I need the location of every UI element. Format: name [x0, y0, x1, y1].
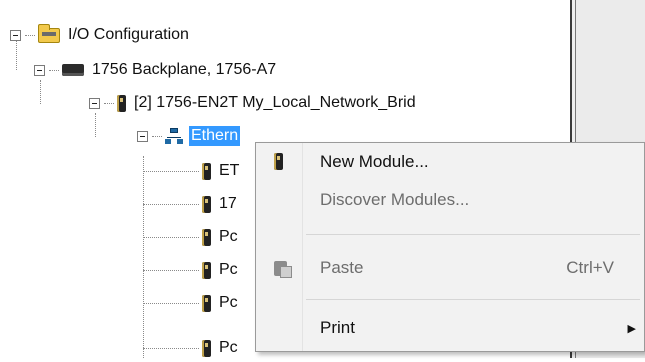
menu-item-label: New Module...: [320, 152, 429, 171]
tree-item-label: Pc: [219, 339, 238, 356]
tree-item-module[interactable]: 17: [143, 190, 239, 218]
tree-connector: [143, 269, 199, 271]
tree-connector: [49, 69, 59, 71]
tree-connector: [143, 170, 199, 172]
module-icon: [202, 339, 211, 357]
collapse-toggle-icon[interactable]: [137, 130, 148, 142]
tree-item-module[interactable]: Pc: [143, 223, 240, 251]
tree-item-en2t-bridge[interactable]: [2] 1756-EN2T My_Local_Network_Brid: [89, 89, 418, 117]
tree-item-backplane[interactable]: 1756 Backplane, 1756-A7: [34, 56, 278, 84]
tree-connector: [143, 302, 199, 304]
module-icon: [202, 195, 211, 213]
tree-item-ethernet[interactable]: Ethern: [137, 122, 241, 150]
paste-icon: [274, 259, 292, 278]
tree-connector: [25, 34, 35, 36]
tree-item-module[interactable]: ET: [143, 157, 241, 185]
tree-item-label: 17: [219, 195, 237, 212]
tree-item-label: [2] 1756-EN2T My_Local_Network_Brid: [134, 94, 416, 111]
module-icon: [202, 162, 211, 180]
menu-separator: [306, 234, 640, 235]
tree-item-label: Pc: [219, 261, 238, 278]
module-icon: [202, 228, 211, 246]
menu-separator: [306, 299, 640, 300]
tree-item-label: Ethern: [189, 126, 241, 146]
menu-item-discover-modules[interactable]: Discover Modules...: [256, 183, 644, 217]
backplane-icon: [62, 64, 84, 76]
folder-icon: [38, 23, 60, 43]
tree-item-label: Pc: [219, 294, 238, 311]
tree-connector: [143, 203, 199, 205]
submenu-arrow-icon: ▶: [627, 322, 636, 335]
tree-connector: [143, 347, 199, 349]
menu-item-label: Paste: [320, 258, 364, 277]
tree-connector: [143, 236, 199, 238]
module-icon: [202, 294, 211, 312]
menu-item-new-module[interactable]: New Module...: [256, 145, 644, 179]
menu-item-shortcut: Ctrl+V: [566, 258, 614, 277]
module-icon: [202, 261, 211, 279]
tree-item-module[interactable]: Pc: [143, 289, 240, 317]
network-icon: [165, 128, 183, 144]
collapse-toggle-icon[interactable]: [10, 29, 21, 41]
context-menu: New Module... Discover Modules... Paste …: [255, 142, 645, 352]
tree-item-label: ET: [219, 162, 240, 179]
menu-item-paste[interactable]: Paste Ctrl+V: [256, 251, 644, 285]
tree-item-module[interactable]: Pc: [143, 256, 240, 284]
menu-item-label: Discover Modules...: [320, 190, 470, 209]
tree-item-io-configuration[interactable]: I/O Configuration: [10, 21, 191, 49]
module-icon: [274, 153, 283, 170]
tree-connector: [152, 135, 162, 137]
tree-item-label: I/O Configuration: [68, 26, 189, 43]
menu-item-print[interactable]: Print ▶: [256, 311, 644, 345]
tree-item-label: 1756 Backplane, 1756-A7: [92, 61, 277, 78]
collapse-toggle-icon[interactable]: [89, 97, 100, 109]
menu-item-label: Print: [320, 318, 355, 337]
tree-item-label: Pc: [219, 228, 238, 245]
tree-connector: [104, 102, 114, 104]
module-icon: [117, 94, 126, 112]
collapse-toggle-icon[interactable]: [34, 64, 45, 76]
